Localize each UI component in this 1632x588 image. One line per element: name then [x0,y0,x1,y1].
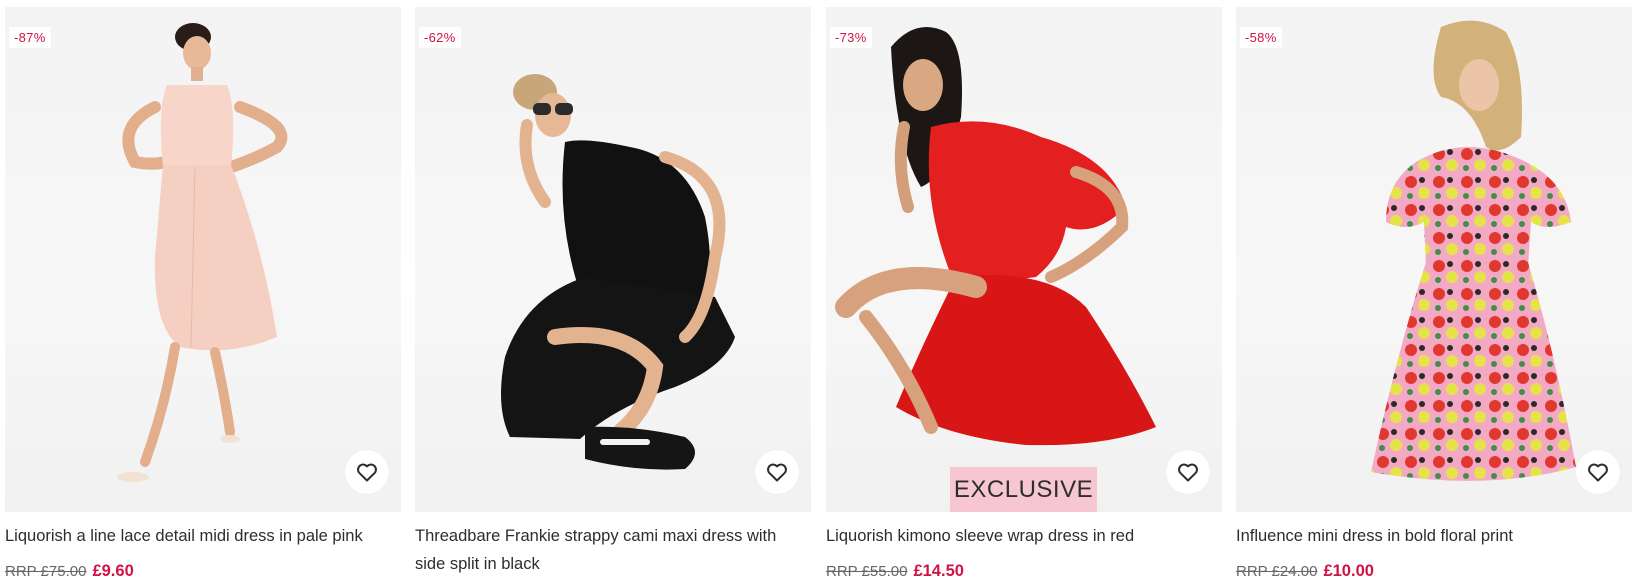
product-card: -58% Influence mini dress in bold floral… [1236,0,1632,588]
product-card: -62% Threadbare Frankie strappy cami max… [415,0,811,588]
sale-price: £9.60 [92,562,134,580]
product-title-link[interactable]: Influence mini dress in bold floral prin… [1236,522,1616,550]
discount-badge: -87% [9,27,51,48]
save-for-later-button[interactable] [755,450,799,494]
product-image-link[interactable]: -62% [415,7,811,512]
exclusive-badge: EXCLUSIVE [950,467,1097,512]
product-photo [501,74,735,470]
product-photo [117,23,288,482]
sale-price: £14.50 [913,562,964,580]
product-image-link[interactable]: -87% [5,7,401,512]
rrp-price: RRP £75.00 [5,563,87,580]
product-image-link[interactable]: -58% [1236,7,1632,512]
sale-price: £10.00 [1323,562,1374,580]
heart-icon [767,463,787,482]
save-for-later-button[interactable] [1576,450,1620,494]
product-photo [1371,20,1576,481]
discount-badge: -58% [1240,27,1282,48]
product-title-link[interactable]: Threadbare Frankie strappy cami maxi dre… [415,522,795,578]
product-image-link[interactable]: -73% EXCLUSIVE [826,7,1222,512]
discount-badge: -62% [419,27,461,48]
heart-icon [357,463,377,482]
product-photo [835,27,1156,446]
heart-icon [1178,463,1198,482]
rrp-price: RRP £55.00 [826,563,908,580]
price-block: RRP £24.00 £10.00 [1236,562,1374,581]
price-block: RRP £55.00 £14.50 [826,562,964,581]
product-title-link[interactable]: Liquorish kimono sleeve wrap dress in re… [826,522,1206,550]
rrp-price: RRP £24.00 [1236,563,1318,580]
product-card: -87% Liquorish a line lace detail midi d… [5,0,401,588]
discount-badge: -73% [830,27,872,48]
heart-icon [1588,463,1608,482]
price-block: RRP £75.00 £9.60 [5,562,134,581]
product-title-link[interactable]: Liquorish a line lace detail midi dress … [5,522,385,550]
product-card: -73% EXCLUSIVE Liquorish kimono sleeve w… [826,0,1222,588]
save-for-later-button[interactable] [1166,450,1210,494]
save-for-later-button[interactable] [345,450,389,494]
product-grid: -87% Liquorish a line lace detail midi d… [0,0,1632,588]
